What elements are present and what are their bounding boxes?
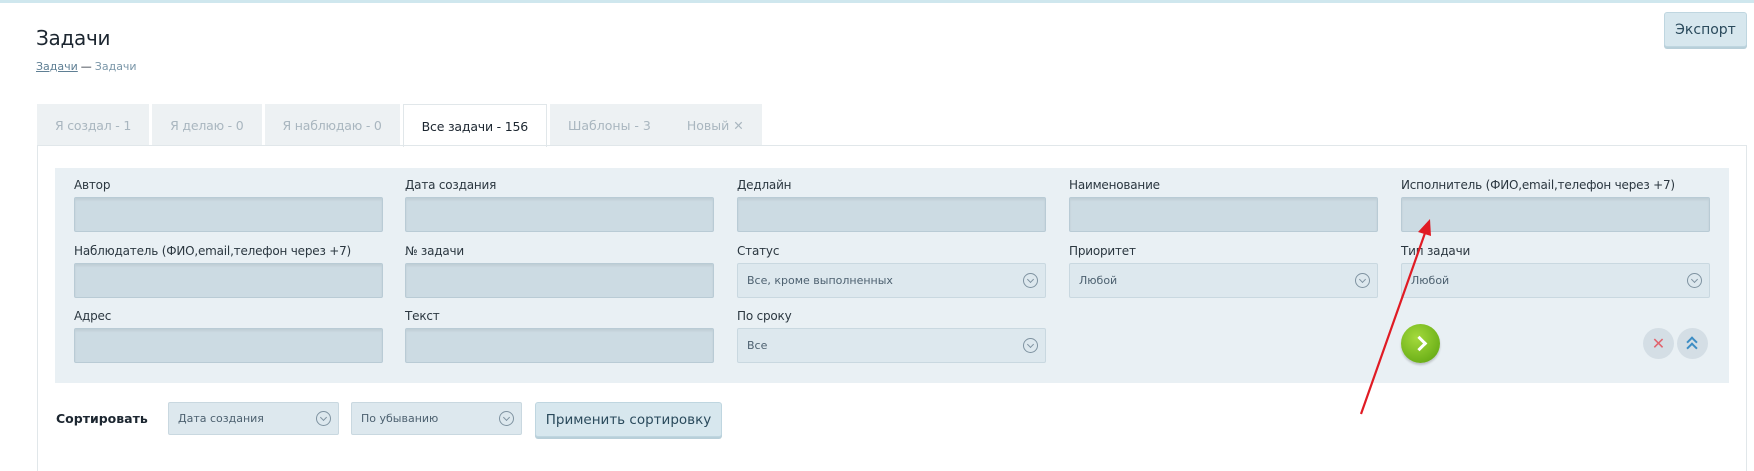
annotation-arrow: [1359, 219, 1431, 415]
annotation-arrow-line: [1359, 232, 1427, 415]
annotation-arrow-head: [1418, 219, 1431, 236]
